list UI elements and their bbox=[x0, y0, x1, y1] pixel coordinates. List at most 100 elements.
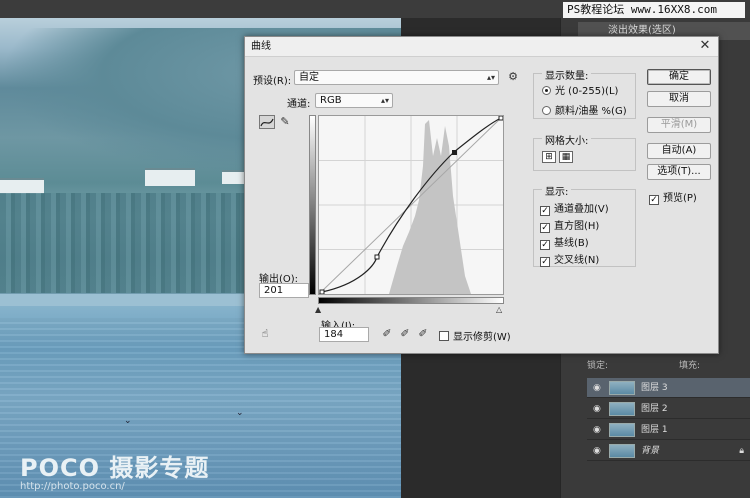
checkbox-label: 直方图(H) bbox=[554, 221, 600, 232]
checkbox-label: 基线(B) bbox=[554, 238, 589, 249]
hand-adjust-icon[interactable]: ☝ bbox=[257, 327, 273, 341]
bird-icon: ⌄ bbox=[236, 408, 244, 418]
input-field[interactable]: 184 bbox=[319, 327, 369, 342]
light-radio[interactable]: 光 (0-255)(L) bbox=[542, 82, 618, 97]
ok-button[interactable]: 确定 bbox=[647, 69, 711, 85]
layer-thumbnail bbox=[609, 423, 635, 437]
channel-value: RGB bbox=[320, 95, 342, 106]
checkbox-label: 交叉线(N) bbox=[554, 255, 600, 266]
smooth-button[interactable]: 平滑(M) bbox=[647, 117, 711, 133]
auto-button[interactable]: 自动(A) bbox=[647, 143, 711, 159]
preview-checkbox[interactable]: ✓ 预览(P) bbox=[649, 189, 697, 205]
pencil-icon[interactable]: ✎ bbox=[277, 115, 293, 129]
lock-label: 锁定: bbox=[587, 361, 609, 371]
pigment-radio-label: 颜料/油墨 %(G) bbox=[555, 106, 627, 117]
watermark-logo: POCO 摄影专题 bbox=[20, 454, 210, 482]
eye-icon[interactable]: ◉ bbox=[593, 378, 603, 398]
show-clipping-checkbox[interactable]: 显示修剪(W) bbox=[439, 328, 511, 343]
photo-house bbox=[0, 178, 44, 194]
chevron-down-icon: ▴▾ bbox=[486, 73, 495, 82]
light-radio-label: 光 (0-255)(L) bbox=[555, 86, 619, 97]
radio-dot bbox=[542, 106, 551, 115]
options-button[interactable]: 选项(T)... bbox=[647, 164, 711, 180]
curve-point-active bbox=[452, 150, 457, 155]
detailed-grid-icon[interactable]: ▦ bbox=[559, 151, 573, 163]
preview-label: 预览(P) bbox=[663, 193, 697, 204]
layer-thumbnail bbox=[609, 444, 635, 458]
checkbox-box bbox=[439, 331, 449, 341]
curve-point bbox=[319, 289, 325, 294]
dialog-title-bar[interactable]: 曲线 ✕ bbox=[245, 37, 718, 57]
bird-icon: ⌄ bbox=[124, 416, 132, 426]
gear-icon[interactable]: ⚙ bbox=[505, 70, 521, 84]
output-gradient-bar bbox=[309, 115, 316, 295]
layers-lock-bar: 锁定: 填充: bbox=[587, 358, 750, 374]
curve-point bbox=[374, 254, 380, 260]
curve-edit-tool-icon[interactable] bbox=[259, 115, 275, 129]
eye-icon[interactable]: ◉ bbox=[593, 420, 603, 440]
site-badge: PS教程论坛 www.16XX8.com bbox=[563, 2, 745, 18]
preset-value: 自定 bbox=[299, 72, 319, 83]
gray-eyedropper-icon[interactable]: ✐ bbox=[397, 327, 413, 341]
pigment-radio[interactable]: 颜料/油墨 %(G) bbox=[542, 102, 627, 117]
eye-icon[interactable]: ◉ bbox=[593, 399, 603, 419]
display-amount-group: 显示数量: 光 (0-255)(L) 颜料/油墨 %(G) bbox=[533, 67, 636, 119]
show-options-title: 显示: bbox=[542, 183, 572, 198]
show-options-group: 显示: ✓ 通道叠加(V) ✓ 直方图(H) ✓ 基线(B) ✓ 交叉线(N) bbox=[533, 183, 636, 267]
photo-house bbox=[145, 168, 195, 186]
input-value: 184 bbox=[324, 329, 344, 340]
checkbox-label: 通道叠加(V) bbox=[554, 204, 609, 215]
photo-house bbox=[222, 170, 244, 184]
check-icon: ✓ bbox=[540, 206, 550, 216]
white-eyedropper-icon[interactable]: ✐ bbox=[415, 327, 431, 341]
eye-icon[interactable]: ◉ bbox=[593, 441, 603, 461]
curves-graph[interactable] bbox=[318, 115, 504, 295]
dialog-title: 曲线 bbox=[251, 41, 271, 52]
black-point-slider[interactable]: ▲ bbox=[315, 305, 321, 314]
check-icon: ✓ bbox=[649, 195, 659, 205]
layer-row[interactable]: ◉ 背景 🔒︎ bbox=[587, 441, 750, 461]
watermark-url: http://photo.poco.cn/ bbox=[20, 481, 125, 492]
layer-name: 背景 bbox=[641, 446, 660, 456]
layer-name: 图层 1 bbox=[641, 425, 668, 435]
display-amount-title: 显示数量: bbox=[542, 67, 592, 82]
layer-row[interactable]: ◉ 图层 2 bbox=[587, 399, 750, 419]
show-clipping-label: 显示修剪(W) bbox=[453, 332, 511, 343]
simple-grid-icon[interactable]: ⊞ bbox=[542, 151, 556, 163]
grid-size-group: 网格大小: ⊞ ▦ bbox=[533, 132, 636, 171]
black-eyedropper-icon[interactable]: ✐ bbox=[379, 327, 395, 341]
history-item-label: 淡出效果(选区) bbox=[608, 25, 676, 36]
output-field[interactable]: 201 bbox=[259, 283, 309, 298]
check-icon: ✓ bbox=[540, 223, 550, 233]
white-point-slider[interactable]: △ bbox=[496, 305, 502, 314]
layer-name: 图层 2 bbox=[641, 404, 668, 414]
layer-name: 图层 3 bbox=[641, 383, 668, 393]
channel-select[interactable]: RGB ▴▾ bbox=[315, 93, 393, 108]
histogram bbox=[389, 120, 471, 294]
radio-dot bbox=[542, 86, 551, 95]
layer-row[interactable]: ◉ 图层 3 bbox=[587, 378, 750, 398]
curves-dialog: 曲线 ✕ 预设(R): 自定 ▴▾ ⚙ 通道: RGB ▴▾ ✎ 输出(O): … bbox=[244, 36, 719, 354]
chevron-down-icon: ▴▾ bbox=[380, 96, 389, 105]
curve-point bbox=[498, 116, 503, 121]
output-value: 201 bbox=[264, 285, 284, 296]
check-icon: ✓ bbox=[540, 257, 550, 267]
grid-size-title: 网格大小: bbox=[542, 132, 592, 147]
check-icon: ✓ bbox=[540, 240, 550, 250]
layer-row[interactable]: ◉ 图层 1 bbox=[587, 420, 750, 440]
photoshop-workspace: ⌄ ⌄ POCO 摄影专题 http://photo.poco.cn/ PS教程… bbox=[0, 0, 750, 498]
layer-thumbnail bbox=[609, 381, 635, 395]
preset-select[interactable]: 自定 ▴▾ bbox=[294, 70, 499, 85]
cancel-button[interactable]: 取消 bbox=[647, 91, 711, 107]
intersection-line-checkbox[interactable]: ✓ 交叉线(N) bbox=[540, 251, 599, 267]
lock-icon: 🔒︎ bbox=[739, 446, 744, 456]
input-gradient-bar bbox=[318, 297, 504, 304]
baseline-checkbox[interactable]: ✓ 基线(B) bbox=[540, 234, 589, 250]
fill-label: 填充: bbox=[679, 361, 701, 371]
poco-watermark: POCO 摄影专题 http://photo.poco.cn/ bbox=[20, 448, 209, 492]
channel-overlay-checkbox[interactable]: ✓ 通道叠加(V) bbox=[540, 200, 609, 216]
layer-thumbnail bbox=[609, 402, 635, 416]
histogram-checkbox[interactable]: ✓ 直方图(H) bbox=[540, 217, 599, 233]
close-icon[interactable]: ✕ bbox=[698, 39, 712, 53]
channel-label: 通道: bbox=[287, 99, 311, 110]
